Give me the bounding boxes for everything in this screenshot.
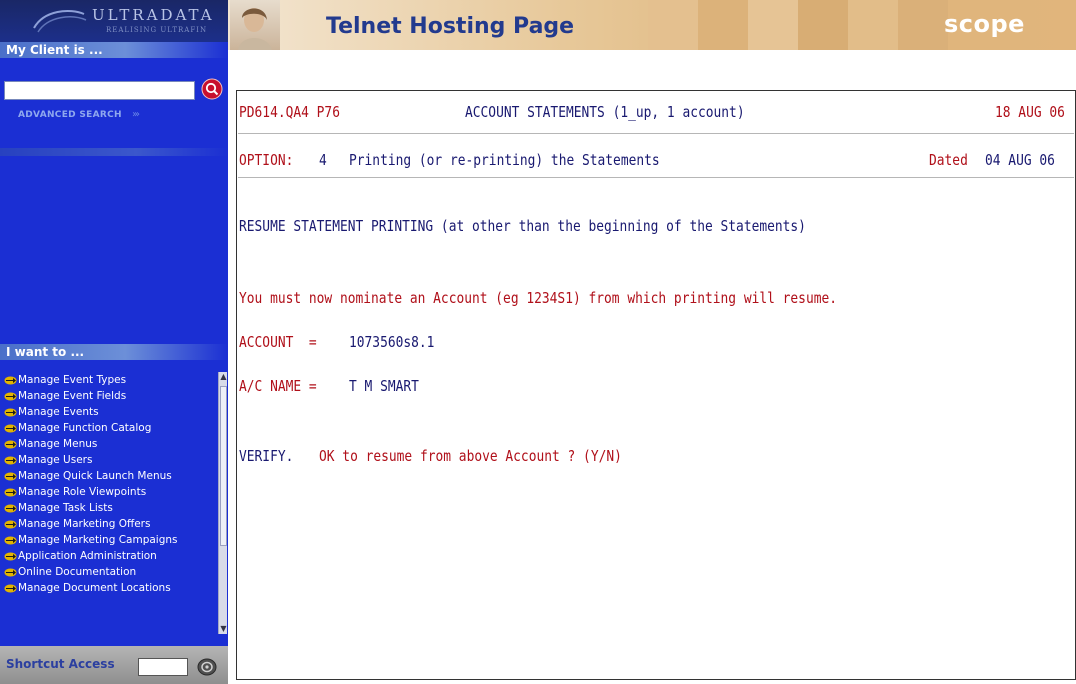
menu-item[interactable]: Manage Marketing Campaigns xyxy=(4,534,218,546)
menu-item-label: Manage Marketing Campaigns xyxy=(18,534,178,546)
menu-item[interactable]: Online Documentation xyxy=(4,566,218,578)
scrollbar-thumb[interactable] xyxy=(220,386,227,546)
task-menu-panel: Manage Event Types Manage Event Fields Man… xyxy=(0,370,228,638)
hands-arrow-icon xyxy=(4,424,17,433)
menu-item[interactable]: Manage Events xyxy=(4,406,218,418)
account-label: ACCOUNT = xyxy=(239,333,317,351)
terminal-header-date: 18 AUG 06 xyxy=(995,103,1065,121)
menu-item-label: Manage Menus xyxy=(18,438,98,450)
hands-arrow-icon xyxy=(4,376,17,385)
hands-arrow-icon xyxy=(4,552,17,561)
menu-scrollbar[interactable]: ▲ ▼ xyxy=(218,372,227,634)
account-value: 1073560s8.1 xyxy=(349,333,435,351)
menu-item-label: Manage Event Fields xyxy=(18,390,127,402)
hands-arrow-icon xyxy=(4,488,17,497)
banner-photo xyxy=(230,0,280,50)
magnifier-icon[interactable] xyxy=(201,78,223,100)
hands-arrow-icon xyxy=(4,408,17,417)
menu-item-label: Manage Event Types xyxy=(18,374,127,386)
menu-item[interactable]: Manage Marketing Offers xyxy=(4,518,218,530)
nominate-instruction: You must now nominate an Account (eg 123… xyxy=(239,289,838,307)
logo-swoosh-icon xyxy=(33,10,87,33)
hands-arrow-icon xyxy=(4,456,17,465)
terminal-divider xyxy=(238,177,1074,178)
menu-item-label: Manage Task Lists xyxy=(18,502,113,514)
person-photo-icon xyxy=(238,8,272,50)
hands-arrow-icon xyxy=(4,504,17,513)
scroll-up-icon[interactable]: ▲ xyxy=(219,372,228,382)
terminal-header-code: PD614.QA4 P76 xyxy=(239,103,340,121)
divider-band xyxy=(0,148,228,156)
menu-item[interactable]: Application Administration xyxy=(4,550,218,562)
hands-arrow-icon xyxy=(4,568,17,577)
hands-arrow-icon xyxy=(4,584,17,593)
sidebar: ULTRADATA REALISING ULTRAFIN My Client i… xyxy=(0,0,228,684)
chevrons-right-icon: ››› xyxy=(132,109,140,120)
page-title: Telnet Hosting Page xyxy=(326,14,575,39)
option-number: 4 xyxy=(319,151,327,169)
option-label: OPTION: xyxy=(239,151,294,169)
task-menu-list: Manage Event Types Manage Event Fields Man… xyxy=(4,374,218,598)
go-icon[interactable] xyxy=(197,658,217,676)
dated-label: Dated xyxy=(929,151,968,169)
menu-item-label: Online Documentation xyxy=(18,566,137,578)
menu-item[interactable]: Manage Menus xyxy=(4,438,218,450)
shortcut-bar: Shortcut Access xyxy=(0,646,228,684)
ultradata-logo: ULTRADATA REALISING ULTRAFIN xyxy=(0,0,228,42)
menu-item-label: Manage Function Catalog xyxy=(18,422,152,434)
hands-arrow-icon xyxy=(4,392,17,401)
logo-tagline: REALISING ULTRAFIN xyxy=(106,26,208,34)
telnet-terminal[interactable]: PD614.QA4 P76 ACCOUNT STATEMENTS (1_up, … xyxy=(236,90,1076,680)
menu-item[interactable]: Manage Task Lists xyxy=(4,502,218,514)
menu-item[interactable]: Manage Function Catalog xyxy=(4,422,218,434)
menu-item-label: Manage Events xyxy=(18,406,99,418)
my-client-heading: My Client is ... xyxy=(0,42,228,58)
i-want-heading: I want to ... xyxy=(0,344,228,360)
hands-arrow-icon xyxy=(4,472,17,481)
scroll-down-icon[interactable]: ▼ xyxy=(219,624,228,634)
hands-arrow-icon xyxy=(4,520,17,529)
page-banner: Telnet Hosting Page scope xyxy=(228,0,1076,50)
logo-text: ULTRADATA xyxy=(92,6,215,24)
acname-label: A/C NAME = xyxy=(239,377,317,395)
menu-item[interactable]: Manage Users xyxy=(4,454,218,466)
hands-arrow-icon xyxy=(4,536,17,545)
terminal-header-title: ACCOUNT STATEMENTS (1_up, 1 account) xyxy=(465,103,745,121)
menu-item-label: Manage Users xyxy=(18,454,93,466)
resume-heading: RESUME STATEMENT PRINTING (at other than… xyxy=(239,217,806,235)
banner-decoration xyxy=(648,0,948,50)
menu-item[interactable]: Manage Quick Launch Menus xyxy=(4,470,218,482)
menu-item-label: Manage Quick Launch Menus xyxy=(18,470,172,482)
menu-item-label: Application Administration xyxy=(18,550,157,562)
verify-label: VERIFY. xyxy=(239,447,294,465)
menu-item[interactable]: Manage Document Locations xyxy=(4,582,218,594)
client-search-block: ADVANCED SEARCH ››› xyxy=(0,58,228,148)
acname-value: T M SMART xyxy=(349,377,419,395)
shortcut-label: Shortcut Access xyxy=(6,657,115,671)
menu-item[interactable]: Manage Role Viewpoints xyxy=(4,486,218,498)
hands-arrow-icon xyxy=(4,440,17,449)
terminal-divider xyxy=(238,133,1074,134)
option-text: Printing (or re-printing) the Statements xyxy=(349,151,660,169)
menu-item-label: Manage Marketing Offers xyxy=(18,518,151,530)
menu-item-label: Manage Role Viewpoints xyxy=(18,486,147,498)
verify-prompt: OK to resume from above Account ? (Y/N) xyxy=(319,447,622,465)
dated-value: 04 AUG 06 xyxy=(985,151,1055,169)
scope-logo: scope xyxy=(944,10,1025,38)
shortcut-input[interactable] xyxy=(138,658,188,676)
menu-item-label: Manage Document Locations xyxy=(18,582,171,594)
menu-item[interactable]: Manage Event Fields xyxy=(4,390,218,402)
client-search-input[interactable] xyxy=(4,81,195,100)
advanced-search-link[interactable]: ADVANCED SEARCH xyxy=(18,110,122,120)
menu-item[interactable]: Manage Event Types xyxy=(4,374,218,386)
